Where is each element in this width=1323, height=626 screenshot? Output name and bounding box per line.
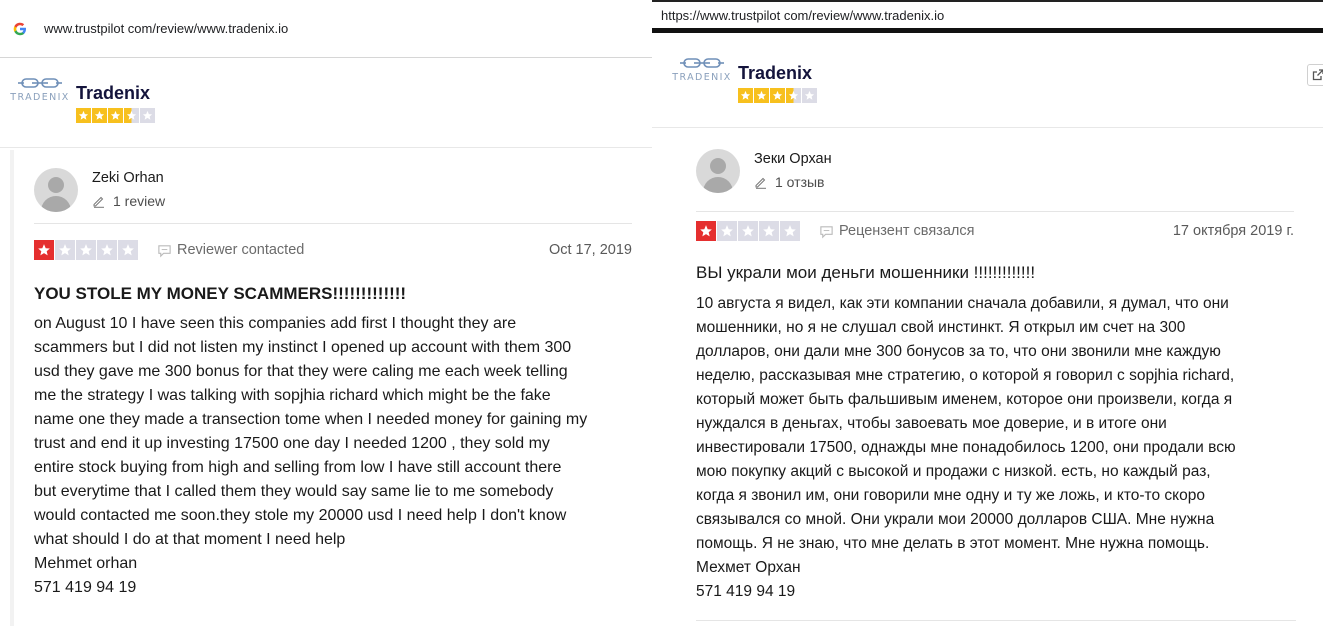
reviewer-block: Zeki Orhan 1 review [34, 156, 632, 224]
review-line: когда я звонил им, они говорили мне одну… [696, 487, 1205, 504]
review-line: on August 10 I have seen this companies … [34, 315, 517, 332]
review-line: me the strategy I was talking with sopjh… [34, 387, 551, 404]
left-screenshot-panel: www.trustpilot com/review/www.tradenix.i… [0, 0, 652, 626]
pencil-icon [755, 177, 766, 189]
review-line: name one they made a transection tome wh… [34, 411, 588, 428]
review-line: мою покупку акций с высокой и продажи с … [696, 463, 1211, 480]
reviewer-contacted-label: Рецензент связался [819, 223, 974, 239]
star-icon [108, 108, 123, 123]
reviewer-name[interactable]: Zeki Orhan [92, 170, 165, 186]
half-star-icon [124, 108, 139, 123]
review-line: entire stock buying from high and sellin… [34, 459, 562, 476]
review-stars [696, 221, 801, 241]
review-title[interactable]: YOU STOLE MY MONEY SCAMMERS!!!!!!!!!!!!! [34, 284, 638, 304]
star-icon [738, 221, 758, 241]
company-header: TRADENIX Tradenix [652, 56, 1323, 128]
review-line: нуждался в деньгах, чтобы завоевать мое … [696, 415, 1167, 432]
address-bar[interactable]: https://www.trustpilot com/review/www.tr… [652, 0, 1323, 33]
review-date: Oct 17, 2019 [548, 242, 632, 258]
star-icon [717, 221, 737, 241]
star-icon [754, 88, 769, 103]
star-icon [802, 88, 817, 103]
right-screenshot-panel: https://www.trustpilot com/review/www.tr… [652, 0, 1323, 626]
star-icon [696, 221, 716, 241]
review-count: 1 отзыв [754, 174, 832, 190]
review-line: 10 августа я видел, как эти компании сна… [696, 295, 1229, 312]
review-rating-row: Рецензент связался 17 октября 2019 г. [696, 218, 1294, 244]
google-icon [13, 22, 27, 36]
external-link-icon[interactable] [1307, 64, 1323, 86]
review-body: 10 августа я видел, как эти компании сна… [696, 292, 1296, 604]
avatar[interactable] [696, 148, 740, 193]
review-stars [34, 240, 139, 260]
company-name[interactable]: Tradenix [76, 83, 156, 104]
tradenix-logo: TRADENIX [10, 76, 70, 103]
avatar[interactable] [34, 167, 78, 212]
review-line: usd they gave me 300 bonus for that they… [34, 363, 568, 380]
review-line: would contacted me soon.they stole my 20… [34, 507, 567, 524]
review-line: помощь. Я не знаю, что мне делать в этот… [696, 535, 1210, 552]
star-icon [97, 240, 117, 260]
tradenix-logo: TRADENIX [672, 56, 732, 83]
review-title[interactable]: ВЫ украли мои деньги мошенники !!!!!!!!!… [696, 263, 1296, 283]
star-icon [76, 240, 96, 260]
url-text: https://www.trustpilot com/review/www.tr… [661, 7, 945, 23]
company-header: TRADENIX Tradenix [0, 76, 652, 148]
review-line: trust and end it up investing 17500 one … [34, 435, 550, 452]
pencil-icon [93, 196, 104, 208]
chain-logo-icon [18, 78, 62, 88]
review-line: инвестировали 17500, однажды мне понадоб… [696, 439, 1236, 456]
star-icon [76, 108, 91, 123]
chain-logo-icon [680, 58, 724, 68]
review-signature: Мехмет Орхан [696, 559, 801, 576]
review-line: связывался со мной. Они украли мои 20000… [696, 511, 1215, 528]
address-bar[interactable]: www.trustpilot com/review/www.tradenix.i… [0, 0, 652, 58]
url-text: www.trustpilot com/review/www.tradenix.i… [44, 21, 289, 36]
review-line: долларов, они дали мне 300 бонусов за то… [696, 343, 1221, 360]
review-phone: 571 419 94 19 [34, 579, 137, 596]
review-rating-row: Reviewer contacted Oct 17, 2019 [34, 237, 632, 263]
review-line: мошенники, но я не слушал свой инстинкт.… [696, 319, 1186, 336]
speech-bubble-icon [820, 225, 833, 238]
star-icon [34, 240, 54, 260]
star-icon [92, 108, 107, 123]
review-line: неделю, рассказывая мне стратегию, о кот… [696, 367, 1235, 384]
review-line: который может быть фальшивым именем, кот… [696, 391, 1233, 408]
company-rating-stars [738, 88, 818, 103]
star-icon [759, 221, 779, 241]
reviewer-contacted-label: Reviewer contacted [157, 242, 304, 258]
star-icon [55, 240, 75, 260]
star-icon [738, 88, 753, 103]
divider [696, 620, 1296, 621]
review-card: Зеки Орхан 1 отзыв Рецензент связался 17… [696, 128, 1296, 626]
star-icon [770, 88, 785, 103]
review-signature: Mehmet orhan [34, 555, 138, 572]
review-line: scammers but I did not listen my instinc… [34, 339, 572, 356]
company-rating-stars [76, 108, 156, 123]
reviewer-block: Зеки Орхан 1 отзыв [696, 130, 1294, 212]
star-icon [118, 240, 138, 260]
company-name[interactable]: Tradenix [738, 63, 818, 84]
review-count: 1 review [92, 193, 165, 209]
speech-bubble-icon [158, 244, 171, 257]
review-line: but everytime that I called them they wo… [34, 483, 554, 500]
review-body: on August 10 I have seen this companies … [34, 312, 634, 600]
star-icon [780, 221, 800, 241]
reviewer-name[interactable]: Зеки Орхан [754, 151, 832, 167]
star-icon [140, 108, 155, 123]
review-card: Zeki Orhan 1 review Reviewer contacted O… [10, 150, 638, 626]
review-date: 17 октября 2019 г. [1172, 223, 1294, 239]
half-star-icon [786, 88, 801, 103]
review-line: what should I do at that moment I need h… [34, 531, 346, 548]
review-phone: 571 419 94 19 [696, 583, 796, 600]
